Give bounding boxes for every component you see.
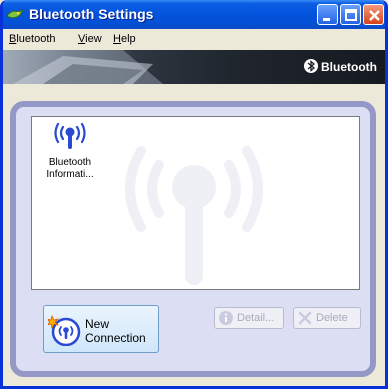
- menu-help[interactable]: Help: [113, 33, 136, 45]
- minimize-button[interactable]: [317, 4, 338, 25]
- bluetooth-app-icon: [6, 9, 24, 19]
- menu-view[interactable]: View: [78, 33, 102, 45]
- info-icon: [219, 311, 233, 325]
- laptop-graphic: [3, 50, 163, 84]
- list-item[interactable]: Bluetooth Informati...: [38, 121, 102, 181]
- menu-bluetooth[interactable]: Bluetooth: [9, 33, 56, 45]
- window-title: Bluetooth Settings: [29, 6, 154, 22]
- delete-button[interactable]: Delete: [293, 307, 361, 329]
- bluetooth-antenna-watermark: [125, 146, 263, 285]
- device-list[interactable]: Bluetooth Informati...: [31, 116, 360, 290]
- bluetooth-logo-icon: [304, 59, 318, 73]
- header-banner: Bluetooth: [3, 50, 385, 84]
- new-connection-icon: [48, 314, 81, 346]
- bluetooth-brand: Bluetooth: [304, 59, 377, 74]
- title-bar[interactable]: Bluetooth Settings: [3, 0, 385, 29]
- close-icon: [369, 10, 380, 21]
- device-label: Bluetooth Informati...: [46, 157, 94, 180]
- maximize-button[interactable]: [340, 4, 361, 25]
- bluetooth-settings-window: Bluetooth Settings Bluetooth View Help B…: [0, 0, 388, 389]
- new-connection-button[interactable]: New Connection: [43, 305, 159, 353]
- minimize-icon: [323, 18, 330, 21]
- close-button[interactable]: [363, 4, 384, 25]
- maximize-icon: [345, 9, 357, 21]
- menu-bar: Bluetooth View Help: [3, 29, 385, 49]
- detail-button[interactable]: Detail...: [214, 307, 284, 329]
- bluetooth-antenna-icon: [54, 122, 86, 149]
- new-connection-label: New Connection: [85, 317, 146, 345]
- delete-x-icon: [298, 311, 312, 325]
